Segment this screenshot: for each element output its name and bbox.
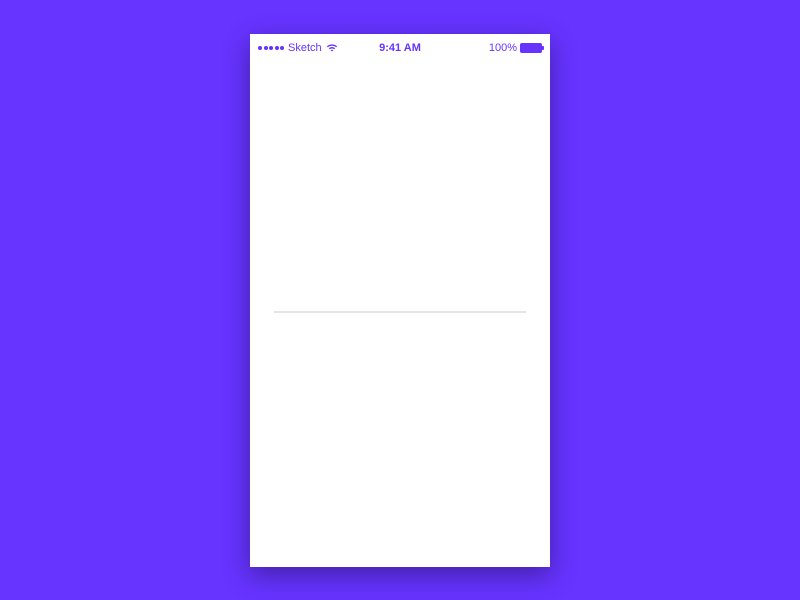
battery-icon	[520, 43, 542, 53]
carrier-label: Sketch	[288, 42, 322, 54]
phone-frame: Sketch 9:41 AM 100%	[250, 34, 550, 567]
signal-strength-icon	[258, 46, 284, 50]
screen-content	[250, 58, 550, 567]
clock-label: 9:41 AM	[379, 42, 421, 54]
status-bar-left: Sketch	[258, 42, 338, 54]
wifi-icon	[326, 43, 338, 52]
battery-percent-label: 100%	[489, 42, 517, 54]
horizontal-divider	[274, 311, 526, 313]
status-bar-right: 100%	[489, 42, 542, 54]
status-bar: Sketch 9:41 AM 100%	[250, 38, 550, 58]
